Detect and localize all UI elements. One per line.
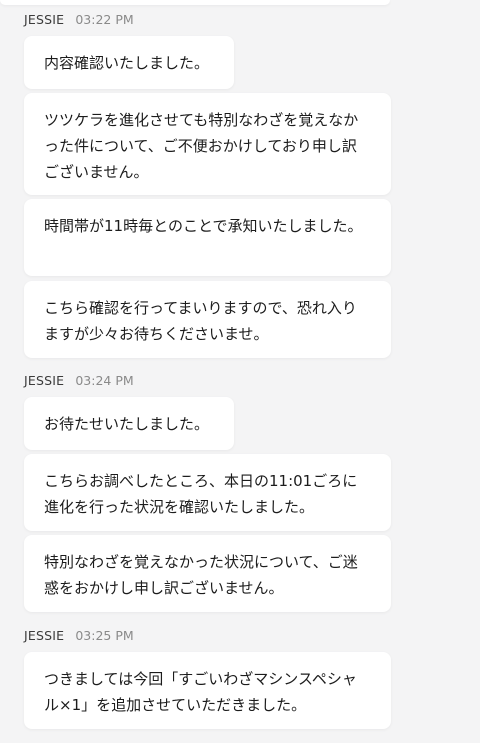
message-timestamp: 03:22 PM [75,12,134,27]
previous-message-edge [0,0,390,5]
chat-message-bubble: 内容確認いたしました。 [24,36,234,89]
message-timestamp: 03:24 PM [75,373,134,388]
message-timestamp: 03:25 PM [75,628,134,643]
message-header: JESSIE 03:22 PM [24,9,134,29]
message-header: JESSIE 03:24 PM [24,370,134,390]
chat-message-bubble: こちら確認を行ってまいりますので、恐れ入りますが少々お待ちくださいませ。 [24,281,391,358]
chat-message-bubble: ツツケラを進化させても特別なわざを覚えなかった件について、ご不便おかけしており申… [24,93,391,195]
chat-message-bubble: お待たせいたしました。 [24,397,234,450]
chat-message-bubble: つきましては今回「すごいわざマシンスペシャル×1」を追加させていただきました。 [24,652,391,729]
chat-message-bubble: 特別なわざを覚えなかった状況について、ご迷惑をおかけし申し訳ございません。 [24,535,391,612]
message-header: JESSIE 03:25 PM [24,625,134,645]
chat-message-bubble: 時間帯が11時毎とのことで承知いたしました。 [24,199,391,276]
sender-name: JESSIE [24,373,65,388]
sender-name: JESSIE [24,628,65,643]
sender-name: JESSIE [24,12,65,27]
chat-message-bubble: こちらお調べしたところ、本日の11:01ごろに進化を行った状況を確認いたしました… [24,454,391,531]
